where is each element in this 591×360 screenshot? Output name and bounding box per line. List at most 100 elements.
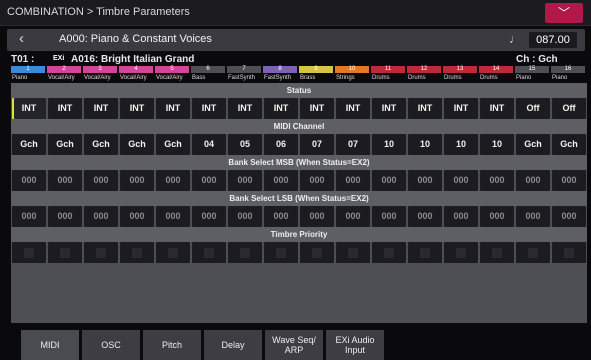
bank-lsb-cell-13[interactable]: 000 (444, 206, 478, 227)
bank-msb-cell-8[interactable]: 000 (264, 170, 298, 191)
checkbox-square-icon (348, 248, 358, 258)
bank-lsb-cell-5[interactable]: 000 (156, 206, 190, 227)
midi-channel-cell-4[interactable]: Gch (120, 134, 154, 155)
bank-lsb-cell-15[interactable]: 000 (516, 206, 550, 227)
back-chevron-icon[interactable]: ‹ (19, 30, 24, 47)
bank-lsb-cell-16[interactable]: 000 (552, 206, 586, 227)
midi-channel-cell-5[interactable]: Gch (156, 134, 190, 155)
timbre-priority-checkbox-6[interactable] (192, 242, 226, 263)
tab-osc[interactable]: OSC (82, 330, 140, 360)
combination-name[interactable]: A000: Piano & Constant Voices (59, 33, 212, 45)
checkbox-square-icon (276, 248, 286, 258)
bank-msb-cell-12[interactable]: 000 (408, 170, 442, 191)
midi-channel-cell-13[interactable]: 10 (444, 134, 478, 155)
bank-msb-cell-11[interactable]: 000 (372, 170, 406, 191)
timbre-number-5: 5 (155, 66, 189, 73)
bank-msb-cell-7[interactable]: 000 (228, 170, 262, 191)
midi-channel-cell-15[interactable]: Gch (516, 134, 550, 155)
midi-channel-cell-10[interactable]: 07 (336, 134, 370, 155)
status-cell-11[interactable]: INT (372, 98, 406, 119)
bank-msb-cell-5[interactable]: 000 (156, 170, 190, 191)
chevron-down-icon: ﹀ (557, 6, 570, 20)
bank-msb-cell-2[interactable]: 000 (48, 170, 82, 191)
tab-pitch[interactable]: Pitch (143, 330, 201, 360)
status-cell-4[interactable]: INT (120, 98, 154, 119)
status-cell-9[interactable]: INT (300, 98, 334, 119)
bank-msb-cell-15[interactable]: 000 (516, 170, 550, 191)
bank-msb-cell-1[interactable]: 000 (12, 170, 46, 191)
tab-wave-seq-arp[interactable]: Wave Seq/ARP (265, 330, 323, 360)
bank-lsb-cell-14[interactable]: 000 (480, 206, 514, 227)
status-cell-16[interactable]: Off (552, 98, 586, 119)
timbre-priority-checkbox-16[interactable] (552, 242, 586, 263)
bank-lsb-cell-3[interactable]: 000 (84, 206, 118, 227)
midi-channel-cell-7[interactable]: 05 (228, 134, 262, 155)
midi-channel-cell-16[interactable]: Gch (552, 134, 586, 155)
timbre-priority-checkbox-9[interactable] (300, 242, 334, 263)
timbre-priority-checkbox-4[interactable] (120, 242, 154, 263)
timbre-priority-checkbox-11[interactable] (372, 242, 406, 263)
midi-channel-cell-2[interactable]: Gch (48, 134, 82, 155)
tab-exi-audio-input[interactable]: EXi Audio Input (326, 330, 384, 360)
status-cell-5[interactable]: INT (156, 98, 190, 119)
timbre-priority-checkbox-8[interactable] (264, 242, 298, 263)
checkbox-square-icon (24, 248, 34, 258)
midi-channel-cell-8[interactable]: 06 (264, 134, 298, 155)
tempo-field[interactable]: 087.00 (529, 32, 577, 48)
bank-msb-cell-13[interactable]: 000 (444, 170, 478, 191)
midi-channel-cell-11[interactable]: 10 (372, 134, 406, 155)
bank-msb-cell-14[interactable]: 000 (480, 170, 514, 191)
checkbox-square-icon (240, 248, 250, 258)
bank-lsb-cell-10[interactable]: 000 (336, 206, 370, 227)
midi-channel-cell-6[interactable]: 04 (192, 134, 226, 155)
timbre-priority-checkbox-13[interactable] (444, 242, 478, 263)
bank-msb-cell-3[interactable]: 000 (84, 170, 118, 191)
bank-msb-cell-10[interactable]: 000 (336, 170, 370, 191)
bank-lsb-cell-4[interactable]: 000 (120, 206, 154, 227)
timbre-priority-checkbox-3[interactable] (84, 242, 118, 263)
bank-lsb-cell-8[interactable]: 000 (264, 206, 298, 227)
timbre-priority-checkbox-15[interactable] (516, 242, 550, 263)
midi-channel-cell-1[interactable]: Gch (12, 134, 46, 155)
timbre-program-category-16: Piano (552, 75, 568, 81)
bank-lsb-cell-11[interactable]: 000 (372, 206, 406, 227)
timbre-priority-checkbox-10[interactable] (336, 242, 370, 263)
bank-lsb-cell-7[interactable]: 000 (228, 206, 262, 227)
timbre-priority-checkbox-7[interactable] (228, 242, 262, 263)
midi-channel-cell-12[interactable]: 10 (408, 134, 442, 155)
timbre-priority-checkbox-14[interactable] (480, 242, 514, 263)
status-cell-3[interactable]: INT (84, 98, 118, 119)
tab-delay[interactable]: Delay (204, 330, 262, 360)
checkbox-square-icon (564, 248, 574, 258)
midi-channel-cell-3[interactable]: Gch (84, 134, 118, 155)
status-cell-13[interactable]: INT (444, 98, 478, 119)
midi-channel-cell-9[interactable]: 07 (300, 134, 334, 155)
bank-lsb-cell-1[interactable]: 000 (12, 206, 46, 227)
status-cell-14[interactable]: INT (480, 98, 514, 119)
status-cell-1[interactable]: INT (12, 98, 46, 119)
page-menu-button[interactable]: ﹀ (545, 3, 583, 23)
checkbox-square-icon (492, 248, 502, 258)
timbre-priority-checkbox-1[interactable] (12, 242, 46, 263)
midi-channel-cell-14[interactable]: 10 (480, 134, 514, 155)
bank-lsb-cell-2[interactable]: 000 (48, 206, 82, 227)
status-cell-12[interactable]: INT (408, 98, 442, 119)
tab-midi[interactable]: MIDI (21, 330, 79, 360)
status-cell-6[interactable]: INT (192, 98, 226, 119)
status-cell-2[interactable]: INT (48, 98, 82, 119)
bank-msb-cell-6[interactable]: 000 (192, 170, 226, 191)
bank-lsb-cell-12[interactable]: 000 (408, 206, 442, 227)
status-cell-8[interactable]: INT (264, 98, 298, 119)
timbre-priority-checkbox-12[interactable] (408, 242, 442, 263)
bank-lsb-cell-9[interactable]: 000 (300, 206, 334, 227)
bank-msb-cell-4[interactable]: 000 (120, 170, 154, 191)
status-cell-10[interactable]: INT (336, 98, 370, 119)
status-cell-15[interactable]: Off (516, 98, 550, 119)
timbre-priority-checkbox-5[interactable] (156, 242, 190, 263)
checkbox-square-icon (312, 248, 322, 258)
bank-msb-cell-9[interactable]: 000 (300, 170, 334, 191)
bank-msb-cell-16[interactable]: 000 (552, 170, 586, 191)
bank-lsb-cell-6[interactable]: 000 (192, 206, 226, 227)
status-cell-7[interactable]: INT (228, 98, 262, 119)
timbre-priority-checkbox-2[interactable] (48, 242, 82, 263)
